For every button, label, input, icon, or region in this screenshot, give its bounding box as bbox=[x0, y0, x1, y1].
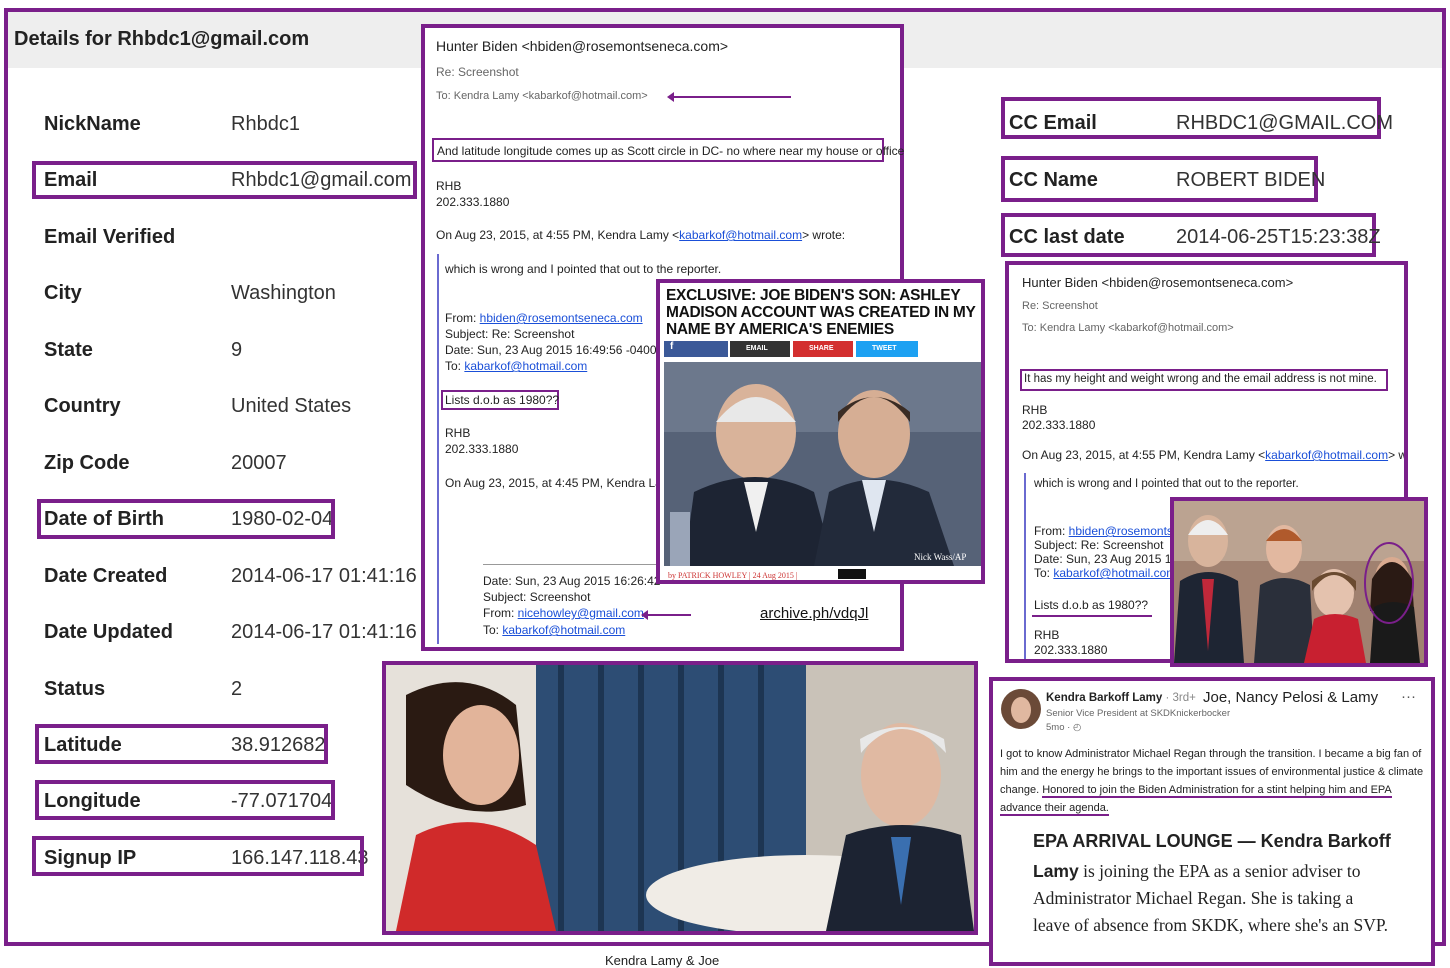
quote-line bbox=[437, 254, 439, 644]
email1-wrote-link[interactable]: kabarkof@hotmail.com bbox=[679, 228, 802, 242]
email1-sig4: 202.333.1880 bbox=[445, 442, 519, 456]
highlight-longitude bbox=[35, 780, 335, 820]
cc-email-label: CC Email bbox=[1009, 112, 1097, 134]
cc-name-label: CC Name bbox=[1009, 169, 1098, 191]
detail-label: City bbox=[44, 282, 82, 304]
email1-sig2: 202.333.1880 bbox=[436, 195, 510, 209]
detail-label: Zip Code bbox=[44, 452, 130, 474]
email1-to3: To: kabarkof@hotmail.com bbox=[483, 623, 626, 637]
linkedin-time: 5mo · ◴ bbox=[1046, 722, 1082, 733]
email1-to: To: Kendra Lamy <kabarkof@hotmail.com> bbox=[436, 90, 648, 102]
email1-subject3: Subject: Screenshot bbox=[483, 590, 591, 604]
article-photo: Nick Wass/AP bbox=[664, 362, 981, 566]
email1-from2: From: hbiden@rosemontseneca.com bbox=[445, 311, 643, 325]
group-photo bbox=[1170, 497, 1428, 667]
email1-wrote2: On Aug 23, 2015, at 4:45 PM, Kendra Lam bbox=[445, 476, 672, 490]
divider bbox=[483, 564, 663, 565]
linkedin-caption: Joe, Nancy Pelosi & Lamy bbox=[1203, 689, 1379, 706]
quote-line-2 bbox=[1024, 473, 1026, 659]
article-headline: EXCLUSIVE: JOE BIDEN'S SON: ASHLEY MADIS… bbox=[666, 287, 976, 338]
email1-to2: To: kabarkof@hotmail.com bbox=[445, 359, 588, 373]
email-share-button[interactable]: EMAIL bbox=[730, 341, 790, 357]
email2-date2: Date: Sun, 23 Aug 2015 16 bbox=[1034, 552, 1179, 566]
lamy-joe-illustration bbox=[386, 665, 974, 931]
email1-quote: And latitude longitude comes up as Scott… bbox=[437, 144, 905, 158]
tweet-button[interactable]: TWEET bbox=[856, 341, 918, 357]
detail-value: Washington bbox=[231, 282, 336, 304]
detail-value: Rhbdc1 bbox=[231, 113, 300, 135]
detail-value: 9 bbox=[231, 339, 243, 361]
article-screenshot: EXCLUSIVE: JOE BIDEN'S SON: ASHLEY MADIS… bbox=[656, 279, 985, 584]
email2-sig3: RHB bbox=[1034, 628, 1060, 642]
detail-label: Email Verified bbox=[44, 226, 176, 248]
email1-from: Hunter Biden <hbiden@rosemontseneca.com> bbox=[436, 38, 729, 54]
detail-label: Date Updated bbox=[44, 621, 173, 643]
email1-dob: Lists d.o.b as 1980?? bbox=[445, 393, 560, 407]
email2-to: To: Kendra Lamy <kabarkof@hotmail.com> bbox=[1022, 322, 1234, 334]
arrow-icon bbox=[641, 610, 691, 620]
linkedin-name[interactable]: Kendra Barkoff Lamy · 3rd+ bbox=[1046, 692, 1196, 704]
detail-label: State bbox=[44, 339, 93, 361]
email2-from: Hunter Biden <hbiden@rosemontseneca.com> bbox=[1022, 275, 1294, 290]
detail-value: United States bbox=[231, 395, 352, 417]
email2-sig1: RHB bbox=[1022, 403, 1048, 417]
cc-email-value: RHBDC1@GMAIL.COM bbox=[1176, 112, 1393, 134]
archive-link[interactable]: archive.ph/vdqJl bbox=[760, 605, 868, 622]
highlight-email bbox=[32, 161, 417, 199]
biden-photo-illustration bbox=[664, 362, 981, 566]
email1-wrong: which is wrong and I pointed that out to… bbox=[445, 262, 722, 276]
cc-date-label: CC last date bbox=[1009, 226, 1125, 248]
detail-label: NickName bbox=[44, 113, 141, 135]
email2-wrote: On Aug 23, 2015, at 4:55 PM, Kendra Lamy… bbox=[1022, 448, 1408, 462]
email2-to2: To: kabarkof@hotmail.com bbox=[1034, 566, 1177, 580]
details-title: Details for Rhbdc1@gmail.com bbox=[14, 28, 310, 50]
email1-sig3: RHB bbox=[445, 426, 471, 440]
highlight-dob bbox=[37, 499, 335, 539]
email2-from2: From: hbiden@rosemontse bbox=[1034, 524, 1180, 538]
email2-subject2: Subject: Re: Screenshot bbox=[1034, 538, 1164, 552]
lamy-joe-photo bbox=[382, 661, 978, 935]
email2-sig2: 202.333.1880 bbox=[1022, 418, 1096, 432]
avatar[interactable] bbox=[1001, 689, 1041, 729]
highlight-signup-ip bbox=[32, 836, 364, 876]
article-byline: by PATRICK HOWLEY | 24 Aug 2015 | bbox=[668, 571, 798, 580]
email1-wrote: On Aug 23, 2015, at 4:55 PM, Kendra Lamy… bbox=[436, 228, 846, 242]
email1-from3: From: nicehowley@gmail.com bbox=[483, 606, 644, 620]
email1-subject2: Subject: Re: Screenshot bbox=[445, 327, 575, 341]
email2-wrong: which is wrong and I pointed that out to… bbox=[1034, 478, 1299, 490]
detail-label: Country bbox=[44, 395, 121, 417]
email2-subject: Re: Screenshot bbox=[1022, 300, 1098, 312]
email2-sig4: 202.333.1880 bbox=[1034, 643, 1108, 657]
email1-date3: Date: Sun, 23 Aug 2015 16:26:42 bbox=[483, 574, 661, 588]
news-headline: EPA ARRIVAL LOUNGE — Kendra Barkoff bbox=[1033, 831, 1391, 851]
article-badge bbox=[838, 569, 866, 579]
share-button[interactable]: SHARE bbox=[793, 341, 853, 357]
more-options-icon[interactable]: ··· bbox=[1401, 688, 1416, 705]
facebook-share-button[interactable]: f bbox=[664, 341, 728, 357]
linkedin-title: Senior Vice President at SKDKnickerbocke… bbox=[1046, 708, 1231, 719]
email1-subject: Re: Screenshot bbox=[436, 65, 519, 79]
detail-label: Date Created bbox=[44, 565, 168, 587]
globe-icon: ◴ bbox=[1072, 722, 1082, 733]
news-body: Lamy is joining the EPA as a senior advi… bbox=[1033, 861, 1389, 935]
group-photo-illustration bbox=[1174, 501, 1424, 663]
detail-value: 2 bbox=[231, 678, 243, 700]
highlight-latitude bbox=[35, 724, 328, 764]
detail-value: 2014-06-17 01:41:16 bbox=[231, 621, 417, 643]
detail-value: 20007 bbox=[231, 452, 287, 474]
email1-sig1: RHB bbox=[436, 179, 462, 193]
photo-credit: Nick Wass/AP bbox=[914, 552, 967, 562]
email2-dob: Lists d.o.b as 1980?? bbox=[1034, 598, 1149, 612]
arrow-icon bbox=[667, 92, 791, 102]
linkedin-post: Kendra Barkoff Lamy · 3rd+ Joe, Nancy Pe… bbox=[989, 677, 1435, 966]
linkedin-post-text: I got to know Administrator Michael Rega… bbox=[1000, 748, 1424, 816]
cc-date-value: 2014-06-25T15:23:38Z bbox=[1176, 226, 1381, 248]
detail-label: Status bbox=[44, 678, 106, 700]
cc-name-value: ROBERT BIDEN bbox=[1176, 169, 1326, 191]
email2-quote: It has my height and weight wrong and th… bbox=[1024, 373, 1377, 385]
dob-underline bbox=[1032, 615, 1152, 617]
detail-value: 2014-06-17 01:41:16 bbox=[231, 565, 417, 587]
email1-date2: Date: Sun, 23 Aug 2015 16:49:56 -0400 bbox=[445, 343, 657, 357]
